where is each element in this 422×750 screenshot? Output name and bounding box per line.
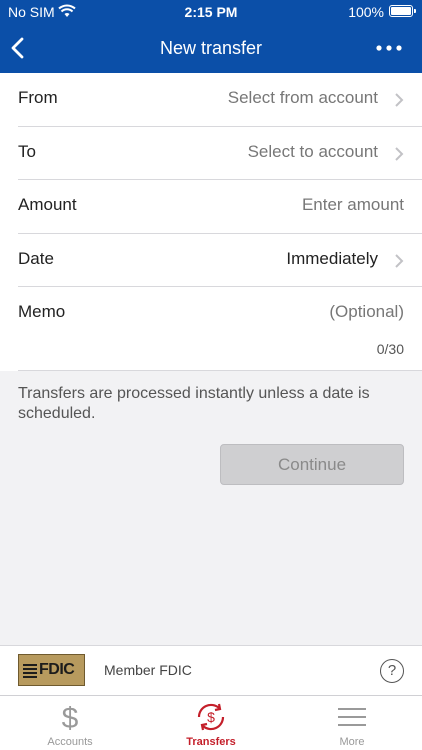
transfer-cycle-icon: $ [191,702,231,732]
tab-label: Transfers [186,736,236,748]
svg-text:$: $ [207,709,215,725]
date-label: Date [18,248,54,268]
from-account-selector[interactable]: Select from account [228,88,378,108]
amount-row[interactable]: Amount Enter amount [18,180,422,234]
status-bar: No SIM 2:15 PM 100% [0,0,422,24]
page-title: New transfer [159,38,263,58]
memo-character-counter: 0/30 [376,341,404,357]
continue-button[interactable]: Continue [220,444,404,485]
chevron-right-icon [394,92,404,108]
transfer-form: From Select from account To Select to ac… [0,73,422,371]
transfer-info-text: Transfers are processed instantly unless… [18,385,370,422]
fdic-footer: FDIC Member FDIC ? [0,645,422,695]
help-icon[interactable]: ? [380,659,404,683]
svg-text:$: $ [62,702,79,732]
navigation-bar: New transfer [0,24,422,73]
memo-row[interactable]: Memo (Optional) 0/30 [18,287,422,371]
from-account-row[interactable]: From Select from account [18,73,422,127]
tab-bar: $ Accounts $ Transfers More [0,695,422,750]
tab-more[interactable]: More [282,696,422,750]
memo-label: Memo [18,302,66,321]
battery-icon [389,5,416,17]
from-label: From [18,88,58,107]
date-row[interactable]: Date Immediately [18,234,422,287]
fdic-logo-text: FDIC [39,661,75,678]
fdic-stripes-icon [23,664,37,678]
tab-transfers[interactable]: $ Transfers [141,696,281,750]
to-label: To [18,141,36,161]
tab-label: More [339,736,365,748]
hamburger-icon [332,702,372,732]
member-fdic-label: Member FDIC [104,662,192,678]
tab-label: Accounts [47,736,93,748]
date-selector[interactable]: Immediately [286,249,378,269]
chevron-right-icon [394,146,404,162]
to-account-selector[interactable]: Select to account [248,142,378,162]
dollar-icon: $ [50,702,90,735]
to-account-row[interactable]: To Select to account [18,127,422,180]
amount-label: Amount [18,195,77,214]
memo-input[interactable]: (Optional) [329,302,404,322]
more-options-icon[interactable] [374,38,404,58]
chevron-right-icon [394,253,404,269]
fdic-logo: FDIC [18,654,85,686]
tab-accounts[interactable]: $ Accounts [0,696,140,750]
battery-percentage: 100% [348,4,384,20]
amount-input[interactable]: Enter amount [302,195,404,215]
